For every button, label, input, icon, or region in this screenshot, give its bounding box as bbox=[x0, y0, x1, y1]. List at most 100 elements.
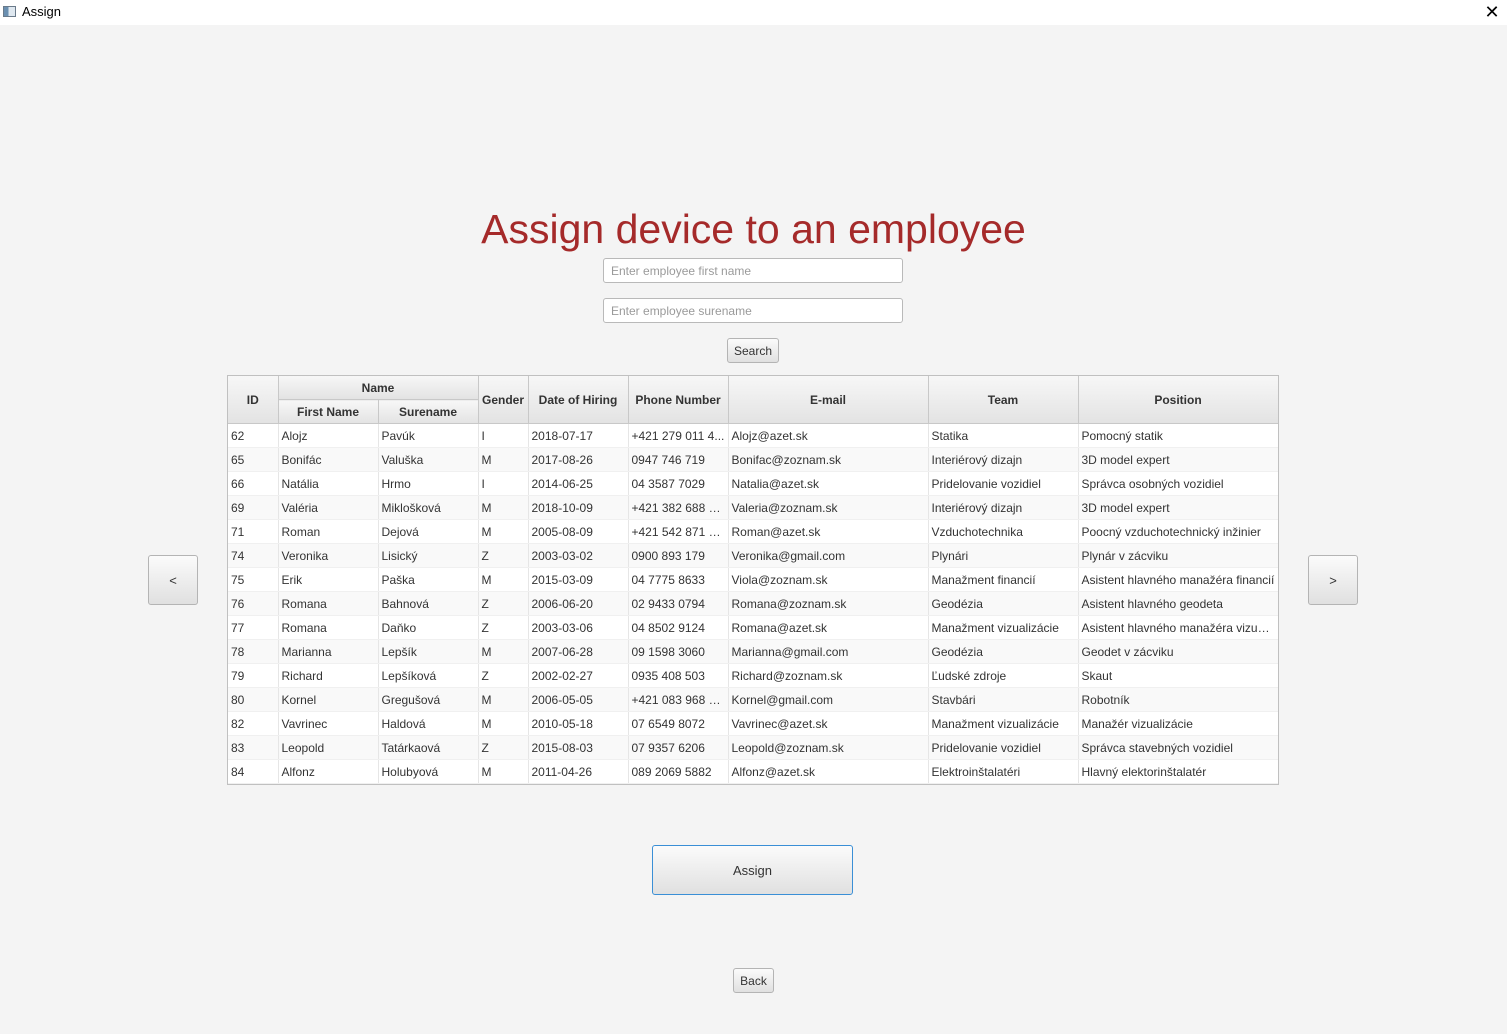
cell-position: Asistent hlavného geodeta bbox=[1078, 591, 1278, 616]
cell-first-name: Natália bbox=[278, 471, 379, 496]
cell-date-of-hiring: 2017-08-26 bbox=[528, 447, 629, 472]
cell-phone: +421 083 968 2... bbox=[628, 687, 729, 712]
cell-phone: 089 2069 5882 bbox=[628, 759, 729, 784]
cell-date-of-hiring: 2018-07-17 bbox=[528, 423, 629, 448]
cell-team: Pridelovanie vozidiel bbox=[928, 471, 1079, 496]
cell-first-name: Romana bbox=[278, 615, 379, 640]
back-button[interactable]: Back bbox=[733, 968, 774, 993]
column-header-team[interactable]: Team bbox=[928, 376, 1079, 424]
column-header-id[interactable]: ID bbox=[228, 376, 279, 424]
column-header-surname[interactable]: Surename bbox=[378, 399, 479, 424]
cell-phone: 02 9433 0794 bbox=[628, 591, 729, 616]
cell-team: Manažment vizualizácie bbox=[928, 711, 1079, 736]
cell-gender: Z bbox=[478, 591, 529, 616]
cell-first-name: Veronika bbox=[278, 543, 379, 568]
previous-page-button[interactable]: < bbox=[148, 555, 198, 605]
cell-gender: Z bbox=[478, 663, 529, 688]
table-row[interactable]: 82 Vavrinec Haldová M 2010-05-18 07 6549 8072… bbox=[228, 711, 1278, 736]
table-row[interactable]: 77 Romana Daňko Z 2003-03-06 04 8502 9124 Roma… bbox=[228, 615, 1278, 640]
table-row[interactable]: 65 Bonifác Valuška M 2017-08-26 0947 746 719 B… bbox=[228, 447, 1278, 472]
cell-first-name: Vavrinec bbox=[278, 711, 379, 736]
cell-position: Skaut bbox=[1078, 663, 1278, 688]
cell-date-of-hiring: 2005-08-09 bbox=[528, 519, 629, 544]
surname-input[interactable] bbox=[603, 298, 903, 323]
cell-id: 66 bbox=[228, 471, 279, 496]
column-header-phone[interactable]: Phone Number bbox=[628, 376, 729, 424]
table-row[interactable]: 79 Richard Lepšíková Z 2002-02-27 0935 408 50… bbox=[228, 663, 1278, 688]
cell-phone: 07 6549 8072 bbox=[628, 711, 729, 736]
cell-gender: I bbox=[478, 471, 529, 496]
cell-id: 71 bbox=[228, 519, 279, 544]
table-row[interactable]: 69 Valéria Miklošková M 2018-10-09 +421 382 6… bbox=[228, 495, 1278, 520]
cell-id: 77 bbox=[228, 615, 279, 640]
cell-phone: 04 8502 9124 bbox=[628, 615, 729, 640]
cell-first-name: Erik bbox=[278, 567, 379, 592]
cell-position: Robotník bbox=[1078, 687, 1278, 712]
cell-date-of-hiring: 2018-10-09 bbox=[528, 495, 629, 520]
cell-surname: Gregušová bbox=[378, 687, 479, 712]
cell-date-of-hiring: 2003-03-06 bbox=[528, 615, 629, 640]
cell-surname: Hrmo bbox=[378, 471, 479, 496]
cell-id: 62 bbox=[228, 423, 279, 448]
cell-gender: Z bbox=[478, 615, 529, 640]
search-button[interactable]: Search bbox=[727, 338, 779, 363]
next-page-button[interactable]: > bbox=[1308, 555, 1358, 605]
cell-surname: Lepšík bbox=[378, 639, 479, 664]
cell-email: Alfonz@azet.sk bbox=[728, 759, 929, 784]
app-icon bbox=[3, 6, 16, 17]
cell-team: Statika bbox=[928, 423, 1079, 448]
cell-first-name: Alfonz bbox=[278, 759, 379, 784]
cell-surname: Pavúk bbox=[378, 423, 479, 448]
cell-surname: Dejová bbox=[378, 519, 479, 544]
table-row[interactable]: 80 Kornel Gregušová M 2006-05-05 +421 083 968… bbox=[228, 687, 1278, 712]
table-row[interactable]: 66 Natália Hrmo I 2014-06-25 04 3587 7029 Nata… bbox=[228, 471, 1278, 496]
column-header-gender[interactable]: Gender bbox=[478, 376, 529, 424]
cell-position: Poocný vzduchotechnický inžinier bbox=[1078, 519, 1278, 544]
cell-team: Manažment financií bbox=[928, 567, 1079, 592]
cell-gender: M bbox=[478, 519, 529, 544]
cell-id: 83 bbox=[228, 735, 279, 760]
first-name-input[interactable] bbox=[603, 258, 903, 283]
column-header-email[interactable]: E-mail bbox=[728, 376, 929, 424]
cell-surname: Haldová bbox=[378, 711, 479, 736]
cell-id: 79 bbox=[228, 663, 279, 688]
column-header-name[interactable]: Name bbox=[278, 376, 479, 400]
cell-gender: Z bbox=[478, 543, 529, 568]
close-icon[interactable]: ✕ bbox=[1481, 1, 1503, 23]
cell-team: Geodézia bbox=[928, 639, 1079, 664]
column-header-date-of-hiring[interactable]: Date of Hiring bbox=[528, 376, 629, 424]
cell-email: Veronika@gmail.com bbox=[728, 543, 929, 568]
cell-position: Pomocný statik bbox=[1078, 423, 1278, 448]
employee-table[interactable]: ID Name Gender Date of Hiring Phone Numb… bbox=[227, 375, 1279, 785]
cell-first-name: Romana bbox=[278, 591, 379, 616]
table-row[interactable]: 78 Marianna Lepšík M 2007-06-28 09 1598 3060 M… bbox=[228, 639, 1278, 664]
cell-gender: M bbox=[478, 639, 529, 664]
table-row[interactable]: 84 Alfonz Holubyová M 2011-04-26 089 2069 588… bbox=[228, 759, 1278, 784]
table-row[interactable]: 75 Erik Paška M 2015-03-09 04 7775 8633 Viola@… bbox=[228, 567, 1278, 592]
cell-team: Manažment vizualizácie bbox=[928, 615, 1079, 640]
cell-position: Hlavný elektorinštalatér bbox=[1078, 759, 1278, 784]
table-row[interactable]: 62 Alojz Pavúk I 2018-07-17 +421 279 011 4...… bbox=[228, 423, 1278, 448]
column-header-position[interactable]: Position bbox=[1078, 376, 1278, 424]
cell-date-of-hiring: 2006-06-20 bbox=[528, 591, 629, 616]
cell-position: Asistent hlavného manažéra vizual... bbox=[1078, 615, 1278, 640]
cell-gender: M bbox=[478, 687, 529, 712]
cell-first-name: Valéria bbox=[278, 495, 379, 520]
cell-gender: Z bbox=[478, 735, 529, 760]
cell-id: 78 bbox=[228, 639, 279, 664]
cell-surname: Holubyová bbox=[378, 759, 479, 784]
cell-surname: Lepšíková bbox=[378, 663, 479, 688]
table-row[interactable]: 76 Romana Bahnová Z 2006-06-20 02 9433 0794 Ro… bbox=[228, 591, 1278, 616]
table-row[interactable]: 74 Veronika Lisický Z 2003-03-02 0900 893 179… bbox=[228, 543, 1278, 568]
window-titlebar: Assign ✕ bbox=[0, 0, 1507, 25]
table-row[interactable]: 71 Roman Dejová M 2005-08-09 +421 542 871 2..… bbox=[228, 519, 1278, 544]
column-header-first-name[interactable]: First Name bbox=[278, 399, 379, 424]
table-row[interactable]: 83 Leopold Tatárkaová Z 2015-08-03 07 9357 62… bbox=[228, 735, 1278, 760]
assign-button[interactable]: Assign bbox=[652, 845, 853, 895]
cell-email: Romana@zoznam.sk bbox=[728, 591, 929, 616]
cell-id: 74 bbox=[228, 543, 279, 568]
cell-surname: Valuška bbox=[378, 447, 479, 472]
cell-email: Marianna@gmail.com bbox=[728, 639, 929, 664]
cell-date-of-hiring: 2010-05-18 bbox=[528, 711, 629, 736]
cell-position: 3D model expert bbox=[1078, 447, 1278, 472]
